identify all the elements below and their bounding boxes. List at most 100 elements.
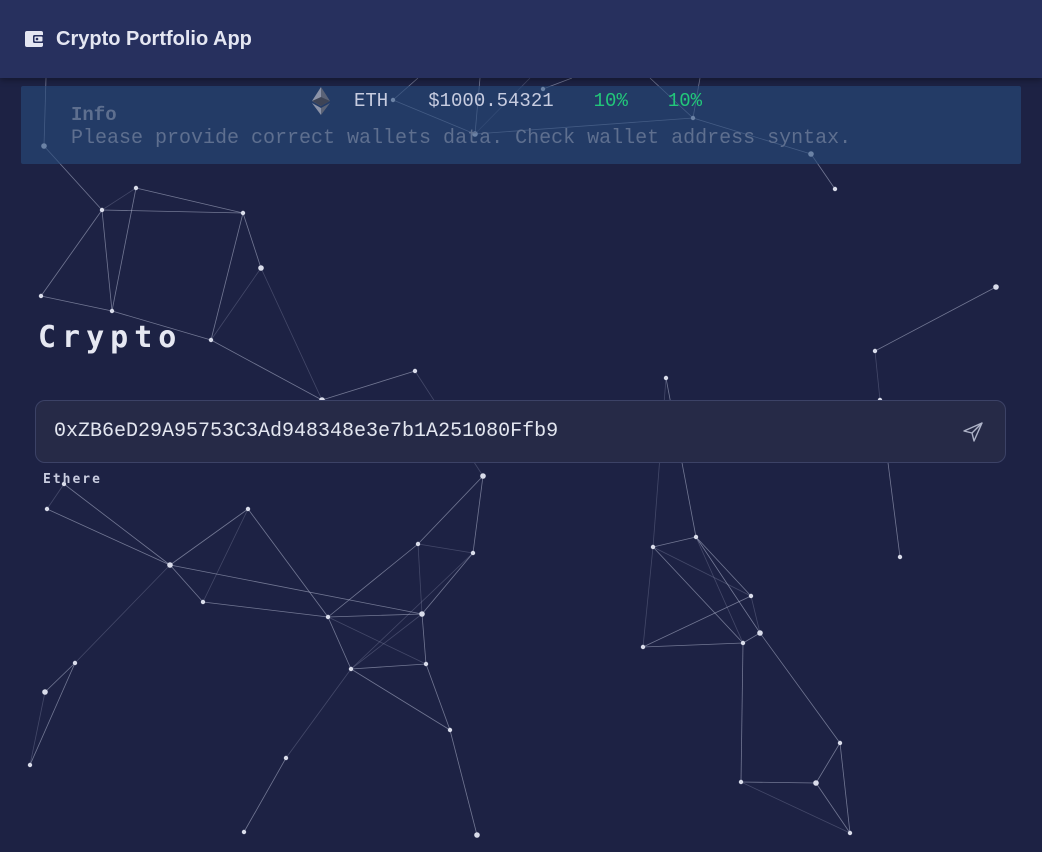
network-node xyxy=(200,599,206,605)
network-edge xyxy=(243,757,287,833)
network-edge xyxy=(202,508,249,603)
network-edge xyxy=(202,601,329,618)
network-edge xyxy=(874,350,881,401)
network-edge xyxy=(285,668,352,759)
network-node xyxy=(757,630,763,636)
network-node xyxy=(325,614,331,620)
network-edge xyxy=(46,508,171,566)
network-edge xyxy=(742,632,761,644)
info-title: Info xyxy=(71,104,117,126)
network-edge xyxy=(759,632,841,744)
network-edge xyxy=(321,370,416,401)
network-edge xyxy=(29,662,76,766)
network-edge xyxy=(350,613,423,670)
network-node xyxy=(38,293,44,299)
network-node xyxy=(740,640,746,646)
network-edge xyxy=(449,729,478,836)
ticker-change-1: 10% xyxy=(593,90,628,112)
network-edge xyxy=(740,642,744,783)
network-edge xyxy=(695,536,752,597)
network-edge xyxy=(695,536,744,644)
network-edge xyxy=(417,543,474,554)
network-edge xyxy=(350,663,427,670)
price-ticker: ETH $1000.54321 10% 10% xyxy=(310,86,742,116)
network-edge xyxy=(210,339,323,401)
network-node xyxy=(133,185,139,191)
network-node xyxy=(423,661,429,667)
network-edge xyxy=(242,212,262,269)
network-edge xyxy=(740,781,851,834)
network-node xyxy=(813,780,819,786)
network-edge xyxy=(815,742,841,784)
network-edge xyxy=(839,742,851,834)
network-node xyxy=(208,337,214,343)
network-node xyxy=(245,506,251,512)
network-label: Ethereum xyxy=(43,472,102,487)
network-node xyxy=(474,832,480,838)
network-edge xyxy=(350,552,474,670)
ticker-symbol: ETH xyxy=(354,90,389,112)
network-node xyxy=(27,762,33,768)
network-edge xyxy=(425,663,451,731)
network-edge xyxy=(421,613,427,665)
network-edge xyxy=(210,267,262,341)
info-message: Please provide correct wallets data. Che… xyxy=(71,127,852,150)
app-header: Crypto Portfolio App xyxy=(0,0,1042,78)
send-button[interactable] xyxy=(958,417,988,447)
network-node xyxy=(480,473,486,479)
network-node xyxy=(167,562,173,568)
wallet-address-input[interactable] xyxy=(54,417,934,445)
network-edge xyxy=(472,475,484,554)
network-edge xyxy=(750,595,761,634)
network-edge xyxy=(642,595,752,648)
network-edge xyxy=(210,212,244,341)
network-node xyxy=(693,534,699,540)
network-node xyxy=(415,541,421,547)
network-edge xyxy=(169,508,249,566)
network-node xyxy=(650,544,656,550)
network-edge xyxy=(327,616,427,665)
network-edge xyxy=(740,781,817,784)
network-node xyxy=(993,284,999,290)
section-title: Crypto xyxy=(38,320,183,355)
network-edge xyxy=(247,508,329,618)
network-node xyxy=(240,210,246,216)
network-node xyxy=(832,186,838,192)
network-edge xyxy=(101,209,244,214)
network-edge xyxy=(101,209,113,312)
network-edge xyxy=(40,209,103,297)
network-edge xyxy=(327,543,419,618)
wallet-icon xyxy=(25,31,44,47)
network-edge xyxy=(111,187,137,312)
network-node xyxy=(847,830,853,836)
network-edge xyxy=(40,295,113,312)
network-edge xyxy=(29,691,46,766)
network-node xyxy=(42,689,48,695)
ethereum-icon xyxy=(312,87,330,115)
network-edge xyxy=(652,546,744,644)
network-node xyxy=(99,207,105,213)
network-edge xyxy=(652,546,752,597)
network-edge xyxy=(652,536,697,548)
network-edge xyxy=(63,483,171,566)
network-node xyxy=(241,829,247,835)
network-node xyxy=(258,265,264,271)
network-edge xyxy=(169,564,423,615)
network-edge xyxy=(695,536,761,634)
network-node xyxy=(109,308,115,314)
ticker-change-2: 10% xyxy=(667,90,703,112)
network-node xyxy=(837,740,843,746)
network-edge xyxy=(642,642,744,648)
network-node xyxy=(44,506,50,512)
network-edge xyxy=(421,552,474,615)
network-node xyxy=(640,644,646,650)
network-node xyxy=(897,554,903,560)
network-edge xyxy=(874,286,997,352)
network-edge xyxy=(327,616,352,670)
network-node xyxy=(447,727,453,733)
network-node xyxy=(412,368,418,374)
network-edge xyxy=(417,475,484,545)
network-edge xyxy=(46,483,65,510)
network-edge xyxy=(101,187,137,211)
network-edge xyxy=(44,662,76,693)
